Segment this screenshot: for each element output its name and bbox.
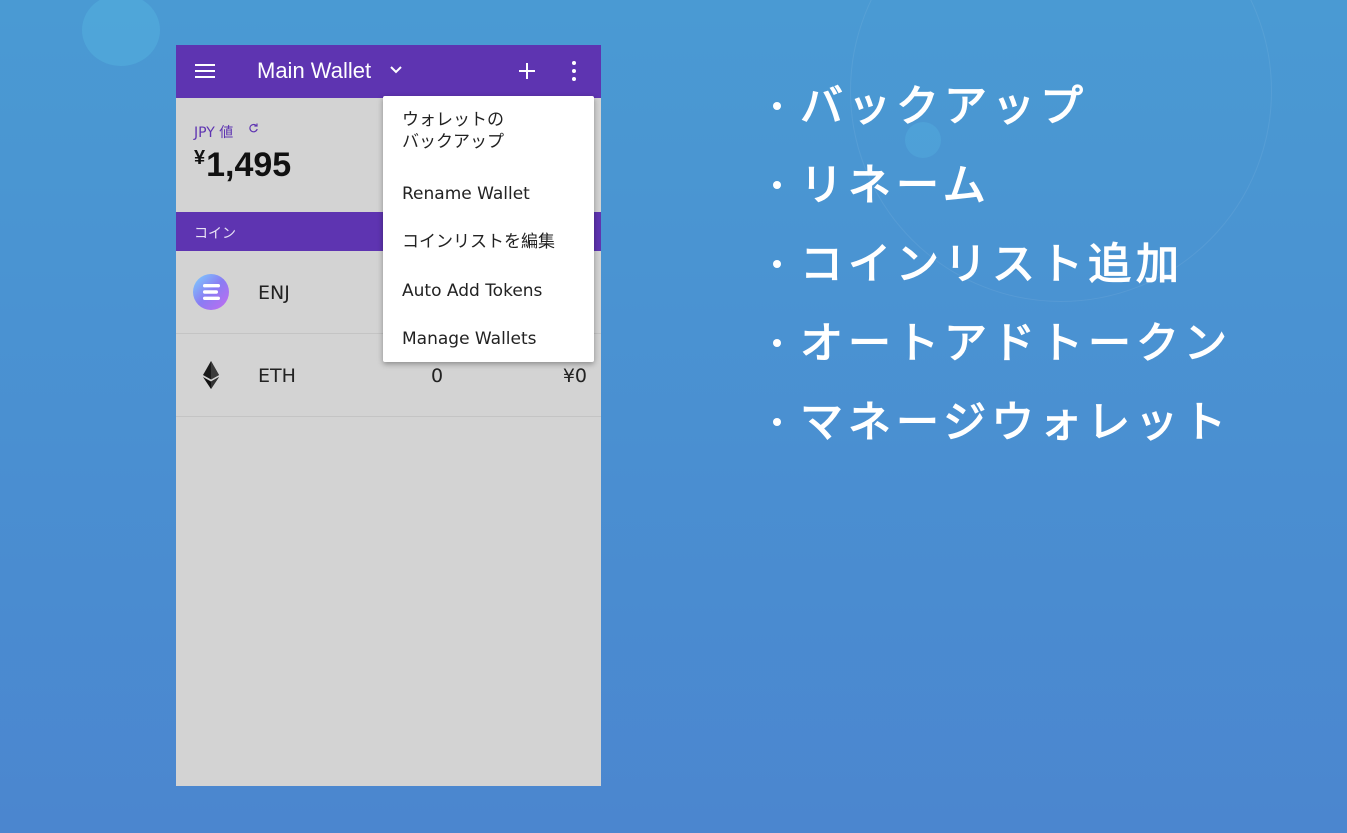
coin-fiat-value: ¥0 [562,365,587,387]
app-bar: Main Wallet [176,45,601,98]
coin-amount: 0 [431,365,444,387]
feature-item-auto-add-tokens: オートアドトークン [773,314,1232,393]
more-vert-icon[interactable] [567,60,581,82]
bullet-icon [773,338,781,347]
feature-item-rename: リネーム [773,156,1232,235]
hamburger-menu-icon[interactable] [195,64,215,79]
menu-item-auto-add-tokens[interactable]: Auto Add Tokens [402,280,542,302]
coin-symbol: ENJ [258,282,290,304]
bullet-icon [773,101,781,110]
menu-item-edit-coin-list[interactable]: コインリストを編集 [402,231,555,253]
wallet-app-screen: Main Wallet JPY 値 ¥1,495 コイン ENJ ETH 0 ¥… [176,45,601,786]
menu-item-backup-line2: バックアップ [402,132,504,152]
currency-symbol: ¥ [194,147,206,169]
fiat-value-label: JPY 値 [194,125,234,141]
menu-item-manage-wallets[interactable]: Manage Wallets [402,328,537,350]
feature-list: バックアップ リネーム コインリスト追加 オートアドトークン マネージウォレット [773,77,1232,472]
feature-item-manage-wallets: マネージウォレット [773,393,1232,472]
balance-amount: 1,495 [206,146,292,184]
feature-text: バックアップ [800,82,1088,132]
background-bubble [82,0,160,66]
menu-item-backup-line1: ウォレットの [402,110,504,130]
bullet-icon [773,180,781,189]
chevron-down-icon[interactable] [390,65,402,75]
coin-symbol: ETH [258,365,296,387]
feature-text: コインリスト追加 [800,240,1184,290]
ethereum-icon [203,361,219,389]
bullet-icon [773,417,781,426]
feature-item-add-coin-list: コインリスト追加 [773,235,1232,314]
bullet-icon [773,259,781,268]
refresh-icon[interactable] [248,123,259,134]
feature-text: リネーム [800,161,991,211]
enjin-coin-icon [193,274,229,310]
menu-item-backup-wallet[interactable]: ウォレットの バックアップ [402,109,504,153]
feature-item-backup: バックアップ [773,77,1232,156]
wallet-selector[interactable]: Main Wallet [257,58,371,84]
add-icon[interactable] [517,61,537,81]
coin-list-header-label: コイン [194,226,236,242]
total-balance: ¥1,495 [194,146,291,185]
overflow-menu: ウォレットの バックアップ Rename Wallet コインリストを編集 Au… [383,96,594,362]
feature-text: オートアドトークン [800,319,1232,369]
menu-item-rename-wallet[interactable]: Rename Wallet [402,183,530,205]
feature-text: マネージウォレット [800,398,1232,448]
